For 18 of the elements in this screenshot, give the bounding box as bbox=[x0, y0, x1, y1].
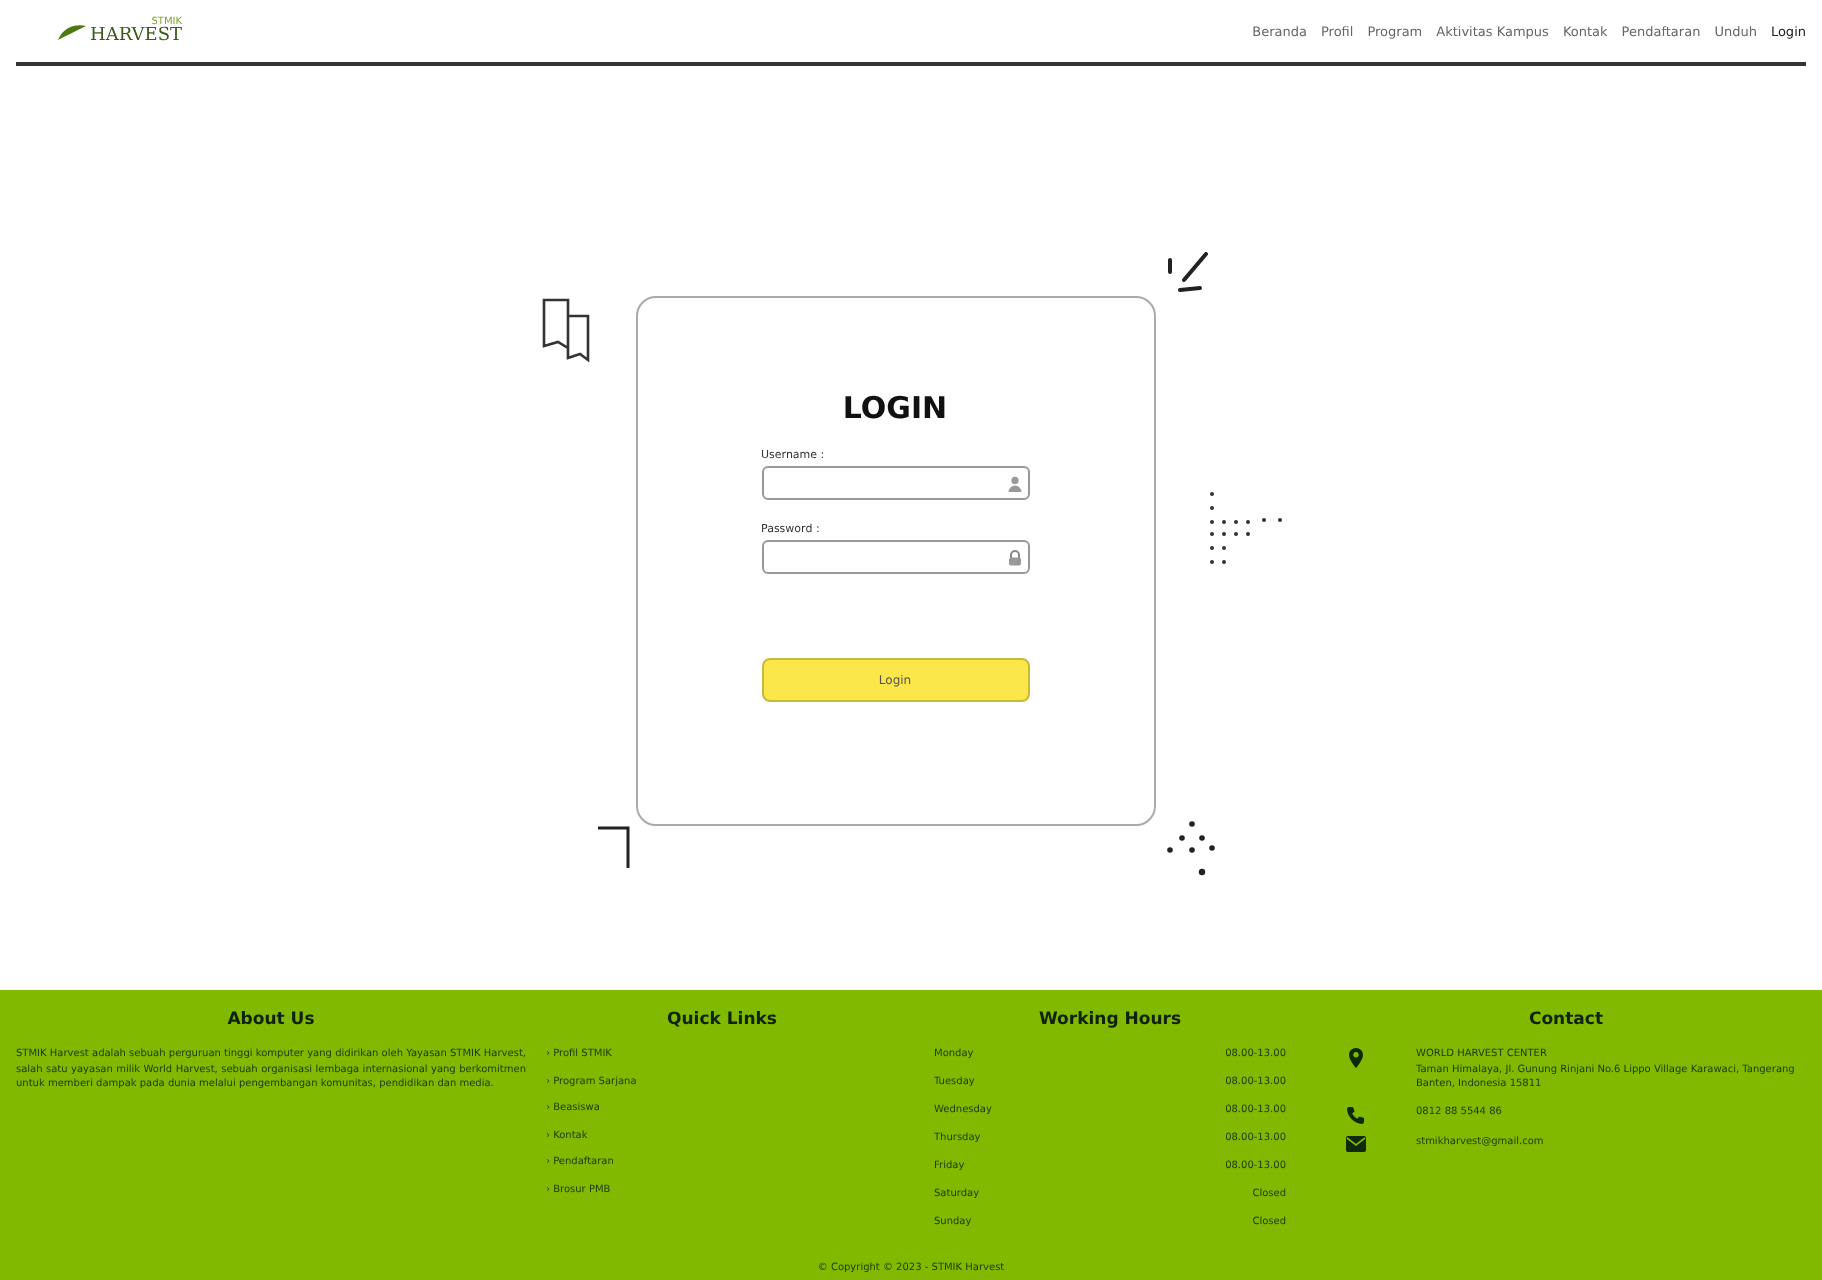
leaf-icon bbox=[56, 21, 88, 41]
section-heading: Working Hours bbox=[1036, 1010, 1184, 1030]
book-doodle-icon bbox=[539, 296, 595, 364]
username-field[interactable] bbox=[761, 466, 1029, 500]
section-heading: Quick Links bbox=[665, 1010, 779, 1030]
logo-text: HARVEST bbox=[90, 27, 183, 45]
envelope-icon bbox=[1346, 1135, 1366, 1151]
user-icon bbox=[1007, 475, 1021, 491]
phone-icon bbox=[1346, 1105, 1366, 1123]
sparkle-doodle-icon bbox=[1163, 252, 1211, 296]
map-pin-icon bbox=[1346, 1048, 1366, 1068]
lock-icon bbox=[1007, 549, 1021, 565]
dot-cluster-icon bbox=[1163, 820, 1219, 880]
password-field[interactable] bbox=[761, 540, 1029, 574]
section-heading: Contact bbox=[1526, 1010, 1606, 1030]
corner-doodle-icon bbox=[595, 826, 631, 870]
login-title: LOGIN bbox=[842, 390, 948, 426]
section-heading: About Us bbox=[225, 1010, 317, 1030]
